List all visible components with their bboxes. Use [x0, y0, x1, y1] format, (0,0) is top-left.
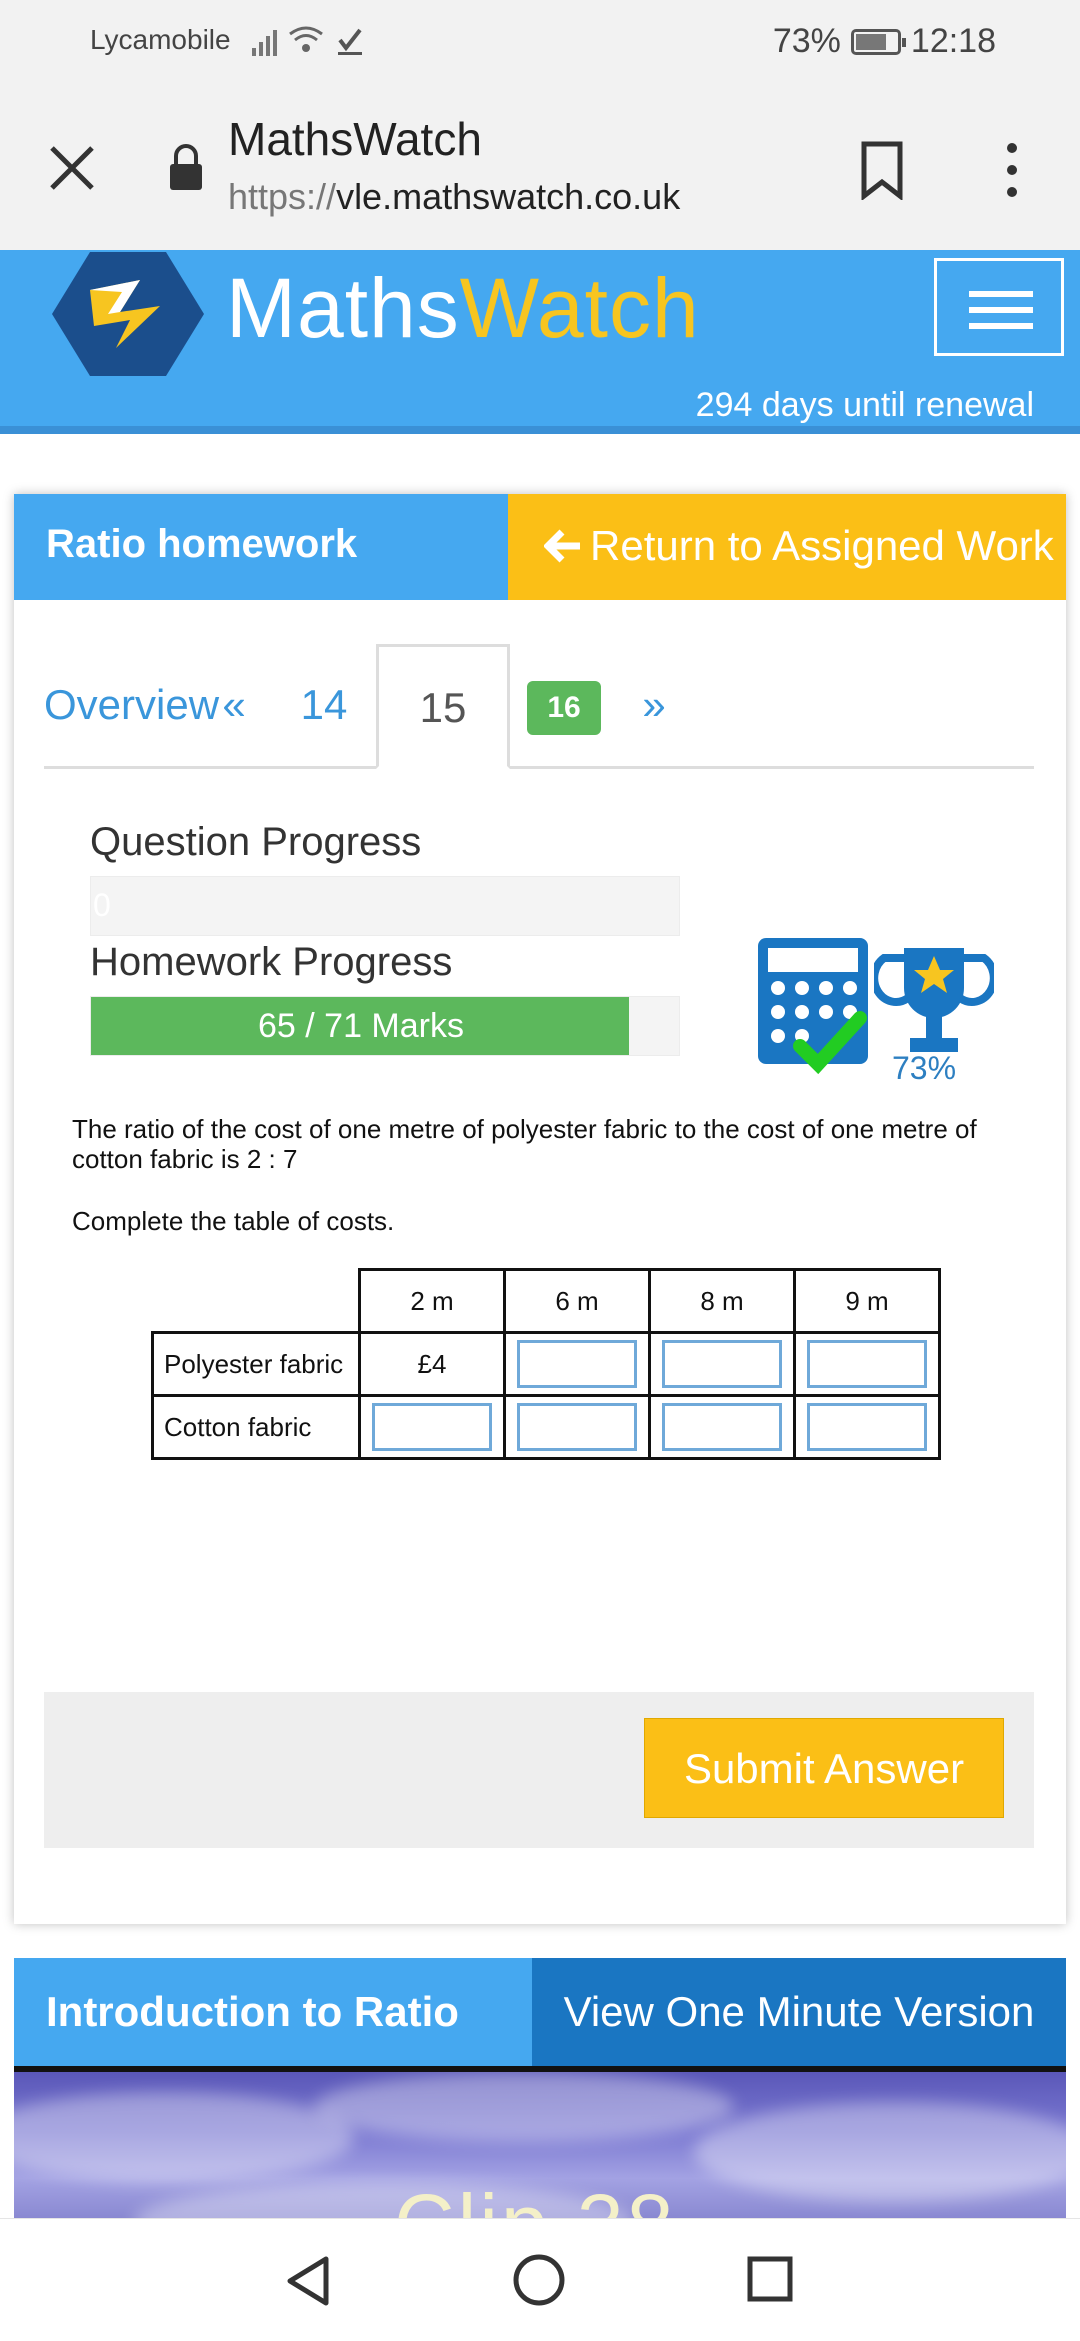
given-value: £4	[358, 1331, 506, 1397]
video-player[interactable]: Clip 38	[14, 2066, 1066, 2224]
column-header: 8 m	[648, 1268, 796, 1334]
submit-area: Submit Answer	[44, 1692, 1034, 1848]
row-label: Polyester fabric	[151, 1331, 361, 1397]
browser-toolbar: MathsWatch https://vle.mathswatch.co.uk	[0, 84, 1080, 251]
view-one-minute-version-button[interactable]: View One Minute Version	[532, 1958, 1066, 2066]
system-nav-bar	[0, 2218, 1080, 2341]
url-protocol: https://	[228, 176, 337, 217]
calculator-icon	[758, 938, 868, 1075]
answer-input[interactable]	[807, 1340, 927, 1388]
home-icon[interactable]	[512, 2253, 566, 2307]
video-clip-title: Clip 38	[394, 2177, 677, 2224]
tab-previous[interactable]: «	[194, 644, 274, 766]
page-title: MathsWatch	[228, 113, 482, 165]
column-header: 9 m	[793, 1268, 941, 1334]
video-card-header: Introduction to Ratio View One Minute Ve…	[14, 1958, 1066, 2066]
status-bar: Lycamobile 73% 12:18	[0, 0, 1080, 84]
more-menu-icon[interactable]	[1000, 140, 1024, 200]
question-progress-bar: 0	[90, 876, 680, 936]
table-cell	[648, 1331, 796, 1397]
answer-input[interactable]	[807, 1403, 927, 1451]
close-icon[interactable]	[44, 140, 100, 196]
table-cell	[793, 1394, 941, 1460]
costs-table: 2 m 6 m 8 m 9 m Polyester fabric £4 Cott…	[151, 1268, 941, 1460]
answer-input[interactable]	[517, 1340, 637, 1388]
tab-question-14[interactable]: 14	[274, 644, 374, 766]
site-logo-text[interactable]: MathsWatch	[226, 260, 700, 357]
answer-input[interactable]	[372, 1403, 492, 1451]
battery-icon	[850, 28, 906, 55]
answer-input[interactable]	[662, 1340, 782, 1388]
column-header: 2 m	[358, 1268, 506, 1334]
table-header-row: 2 m 6 m 8 m 9 m	[152, 1268, 941, 1334]
answer-input[interactable]	[517, 1403, 637, 1451]
table-row: Cotton fabric	[151, 1394, 941, 1460]
logo-text-maths: Maths	[226, 261, 460, 355]
homework-progress-label: Homework Progress	[90, 940, 453, 984]
question-text: The ratio of the cost of one metre of po…	[72, 1114, 977, 1174]
bookmark-icon[interactable]	[858, 140, 906, 200]
recent-apps-icon[interactable]	[746, 2255, 794, 2303]
homework-title: Ratio homework	[14, 494, 508, 600]
column-header: 6 m	[503, 1268, 651, 1334]
table-cell	[793, 1331, 941, 1397]
trophy-icon	[874, 948, 994, 1052]
table-cell	[503, 1331, 651, 1397]
clock: 12:18	[910, 22, 996, 60]
site-header: MathsWatch 294 days until renewal	[0, 250, 1080, 434]
status-right: 73% 12:18	[773, 22, 996, 61]
hamburger-menu-button[interactable]	[934, 258, 1064, 356]
video-title: Introduction to Ratio	[14, 1958, 532, 2066]
return-label: Return to Assigned Work	[590, 522, 1054, 569]
signal-wifi-icons	[252, 26, 362, 56]
question-progress-label: Question Progress	[90, 820, 422, 864]
row-label: Cotton fabric	[151, 1394, 361, 1460]
question-progress-value: 0	[93, 887, 111, 923]
homework-progress-text: 65 / 71 Marks	[258, 1007, 464, 1045]
mathswatch-logo-icon[interactable]	[50, 250, 206, 378]
submit-answer-button[interactable]: Submit Answer	[644, 1718, 1004, 1818]
url-host: vle.mathswatch.co.uk	[336, 176, 681, 217]
carrier-name: Lycamobile	[90, 24, 231, 55]
homework-progress-bar: 65 / 71 Marks	[90, 996, 680, 1056]
trophy-percent: 73%	[892, 1050, 957, 1086]
tab-overview[interactable]: Overview	[44, 644, 219, 766]
lock-icon	[170, 144, 202, 190]
homework-card-header: Ratio homework Return to Assigned Work	[14, 494, 1066, 600]
answer-input[interactable]	[662, 1403, 782, 1451]
return-to-assigned-work-button[interactable]: Return to Assigned Work	[508, 494, 1066, 600]
tab-question-15[interactable]: 15	[376, 644, 510, 769]
table-row: Polyester fabric £4	[151, 1331, 941, 1397]
table-cell	[358, 1394, 506, 1460]
back-icon[interactable]	[284, 2255, 334, 2307]
homework-card: Ratio homework Return to Assigned Work O…	[14, 494, 1066, 1924]
battery-percent: 73%	[772, 22, 841, 60]
question-tabs: Overview « 14 15 16 »	[44, 644, 1034, 769]
renewal-notice: 294 days until renewal	[695, 386, 1034, 424]
url-bar[interactable]: https://vle.mathswatch.co.uk	[228, 176, 680, 218]
logo-text-watch: Watch	[459, 261, 700, 355]
question-instruction: Complete the table of costs.	[72, 1206, 395, 1236]
table-cell	[648, 1394, 796, 1460]
table-cell	[503, 1394, 651, 1460]
tab-next[interactable]: »	[564, 644, 744, 766]
arrow-left-icon	[543, 529, 580, 563]
table-corner	[152, 1269, 361, 1334]
